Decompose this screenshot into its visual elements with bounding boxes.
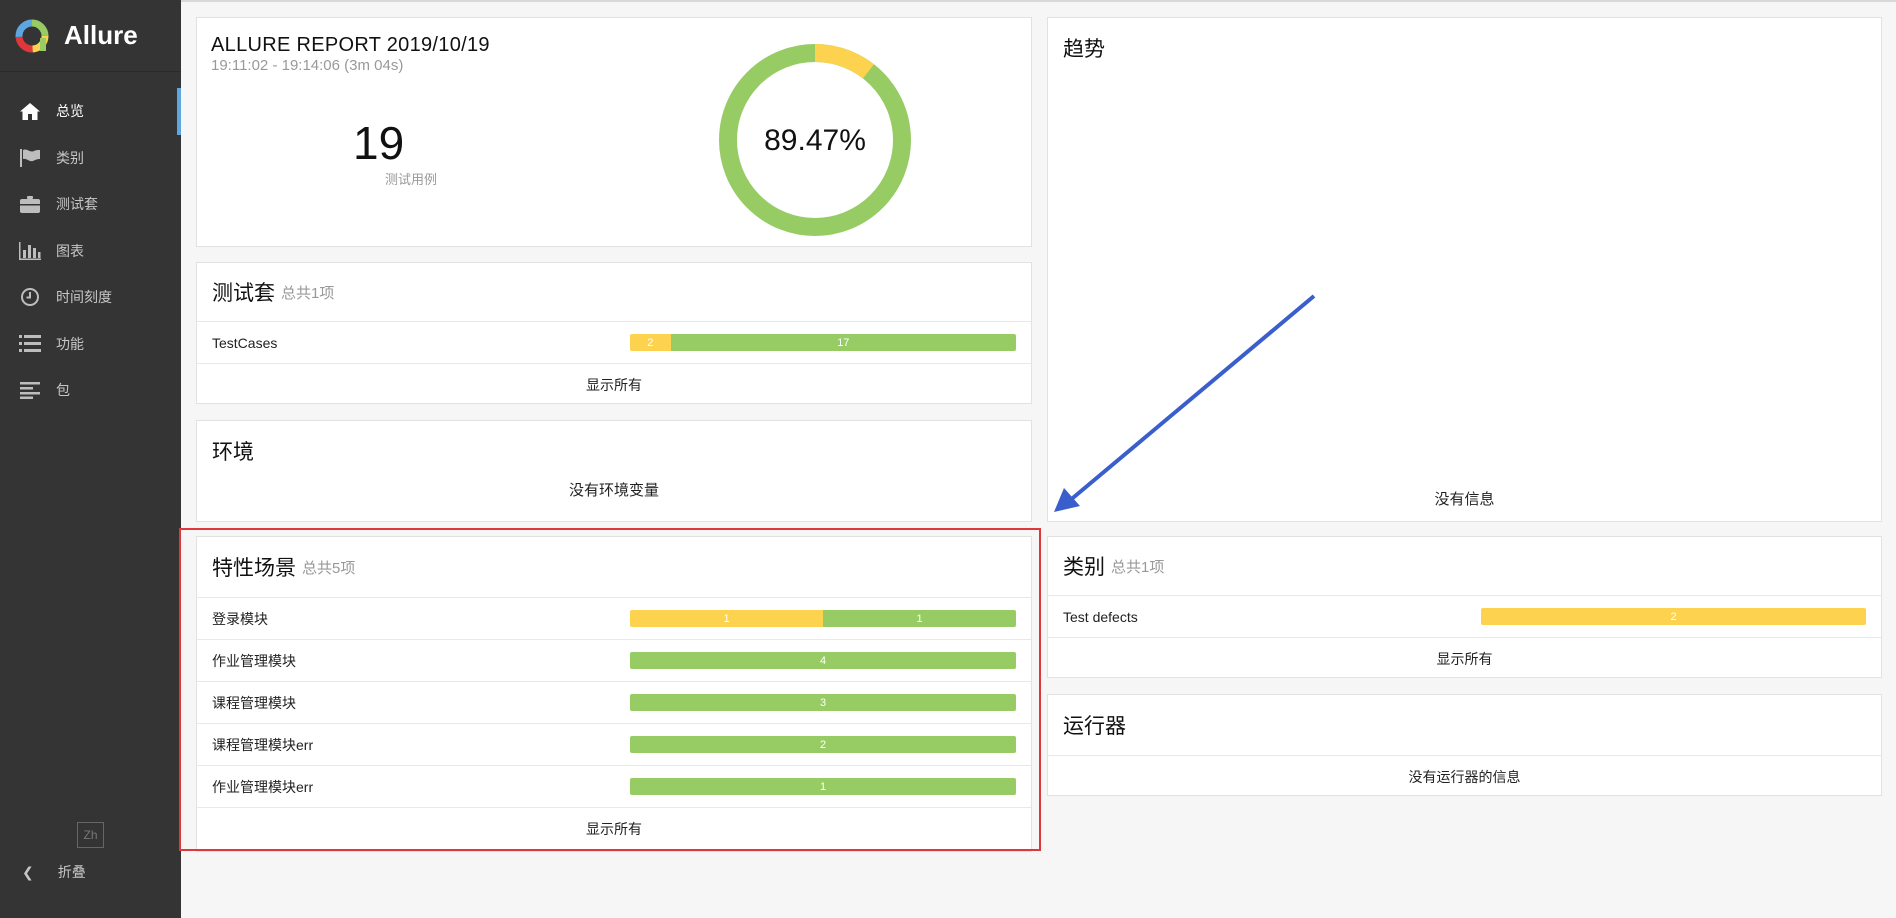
sidebar-item-label: 包 [56,382,70,399]
status-bar: 1 [630,778,1016,795]
status-bar: 2 [630,736,1016,753]
status-bar: 3 [630,694,1016,711]
features-widget: 特性场景 总共5项 登录模块 1 1 作业管理模块 4 课程管理模块 3 课程管… [196,536,1032,852]
executors-widget: 运行器 没有运行器的信息 [1047,694,1882,796]
features-title: 特性场景 [212,557,296,580]
success-rate-donut: 89.47% [719,44,911,236]
language-switch[interactable]: Zh [77,822,104,848]
suites-subtitle: 总共1项 [281,284,335,302]
sidebar-item-packages[interactable]: 包 [0,367,181,414]
categories-widget: 类别 总共1项 Test defects 2 显示所有 [1047,536,1882,678]
passed-segment: 3 [630,694,1016,711]
align-left-icon [18,380,42,400]
status-bar: 2 17 [630,334,1016,351]
category-name: Test defects [1063,608,1138,625]
executors-title: 运行器 [1063,715,1126,738]
broken-segment: 2 [630,334,671,351]
broken-segment: 2 [1481,608,1866,625]
table-row[interactable]: 作业管理模块 4 [197,639,1031,681]
suites-header: 测试套 总共1项 [197,263,1031,321]
sidebar-item-suites[interactable]: 测试套 [0,181,181,228]
categories-title: 类别 [1063,556,1105,579]
chevron-left-icon: ❮ [22,863,34,880]
allure-logo-icon [15,19,49,52]
passed-segment: 1 [630,778,1016,795]
sidebar-item-label: 类别 [56,149,84,166]
suite-name: TestCases [212,334,278,351]
table-row[interactable]: TestCases 2 17 [197,321,1031,363]
table-row[interactable]: Test defects 2 [1048,595,1881,637]
sidebar-item-label: 测试套 [56,196,98,213]
bar-chart-icon [18,241,42,261]
status-bar: 1 1 [630,610,1016,627]
sidebar: Allure 总览 类别 测试套 图表 时间刻度 功能 包 Zh ❮ 折叠 [0,0,181,918]
passed-segment: 4 [630,652,1016,669]
environment-title: 环境 [212,441,254,464]
features-header: 特性场景 总共5项 [197,537,1031,597]
summary-widget: ALLURE REPORT 2019/10/19 19:11:02 - 19:1… [196,17,1032,247]
success-rate-text: 89.47% [764,124,866,157]
feature-name: 课程管理模块 [212,694,296,711]
passed-segment: 2 [630,736,1016,753]
table-row[interactable]: 登录模块 1 1 [197,597,1031,639]
trend-header: 趋势 [1048,18,1881,78]
passed-segment: 17 [670,334,1016,351]
top-border [181,0,1896,2]
feature-name: 作业管理模块err [212,778,314,795]
categories-subtitle: 总共1项 [1111,558,1165,576]
environment-header: 环境 [197,421,1031,481]
environment-widget: 环境 没有环境变量 [196,420,1032,522]
sidebar-item-timeline[interactable]: 时间刻度 [0,274,181,321]
show-all-suites-link[interactable]: 显示所有 [197,363,1031,405]
table-row[interactable]: 作业管理模块err 1 [197,765,1031,807]
feature-name: 课程管理模块err [212,736,314,753]
logo[interactable]: Allure [0,0,181,72]
table-row[interactable]: 课程管理模块err 2 [197,723,1031,765]
collapse-button[interactable]: ❮ 折叠 [22,862,86,882]
table-row[interactable]: 课程管理模块 3 [197,681,1031,723]
arrow-annotation-icon [1054,294,1316,512]
test-case-count-label: 测试用例 [385,172,438,187]
list-icon [18,334,42,354]
sidebar-item-categories[interactable]: 类别 [0,135,181,182]
show-all-features-link[interactable]: 显示所有 [197,807,1031,849]
executors-empty: 没有运行器的信息 [1048,755,1881,797]
sidebar-item-label: 功能 [56,335,84,352]
feature-name: 登录模块 [212,610,268,627]
broken-segment: 1 [630,610,823,627]
status-bar: 4 [630,652,1016,669]
sidebar-item-overview[interactable]: 总览 [0,88,181,135]
trend-title: 趋势 [1063,38,1105,61]
report-time: 19:11:02 - 19:14:06 (3m 04s) [211,57,404,74]
sidebar-item-graphs[interactable]: 图表 [0,228,181,275]
report-title: ALLURE REPORT 2019/10/19 [211,34,490,56]
feature-name: 作业管理模块 [212,652,296,669]
clock-icon [18,287,42,307]
status-bar: 2 [1481,608,1866,625]
sidebar-item-label: 总览 [56,103,84,120]
sidebar-item-behaviors[interactable]: 功能 [0,321,181,368]
suites-title: 测试套 [212,282,275,305]
collapse-label: 折叠 [57,864,86,880]
briefcase-icon [18,194,42,214]
test-case-count: 19 [353,117,405,169]
sidebar-nav: 总览 类别 测试套 图表 时间刻度 功能 包 [0,88,181,414]
home-icon [18,101,42,121]
show-all-categories-link[interactable]: 显示所有 [1048,637,1881,679]
categories-header: 类别 总共1项 [1048,537,1881,595]
suites-widget: 测试套 总共1项 TestCases 2 17 显示所有 [196,262,1032,404]
features-subtitle: 总共5项 [302,559,356,577]
sidebar-item-label: 时间刻度 [56,289,112,306]
executors-header: 运行器 [1048,695,1881,755]
app-name: Allure [64,20,138,50]
sidebar-item-label: 图表 [56,242,84,259]
environment-empty: 没有环境变量 [568,482,659,499]
flag-icon [18,148,42,168]
passed-segment: 1 [823,610,1016,627]
